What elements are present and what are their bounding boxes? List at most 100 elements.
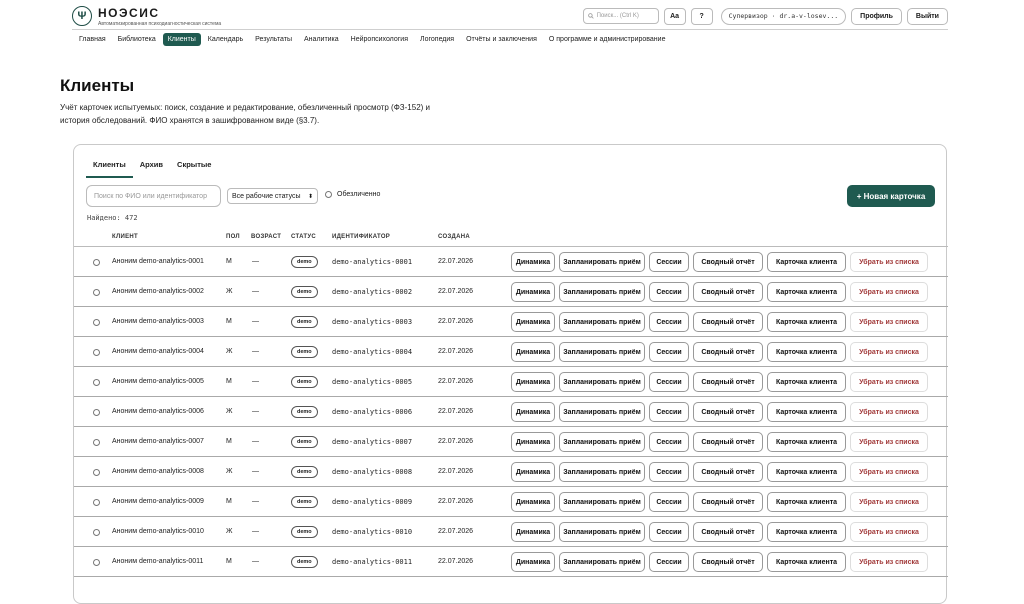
global-search-input[interactable]: Поиск... (Ctrl K) <box>582 8 659 24</box>
nav-item[interactable]: Аналитика <box>299 33 344 46</box>
tab-clients[interactable]: Клиенты <box>86 159 133 178</box>
summary-report-button[interactable]: Сводный отчёт <box>693 522 763 542</box>
row-checkbox[interactable] <box>93 559 100 566</box>
row-checkbox[interactable] <box>93 469 100 476</box>
summary-report-button[interactable]: Сводный отчёт <box>693 402 763 422</box>
remove-from-list-button[interactable]: Убрать из списка <box>850 492 928 512</box>
client-card-button[interactable]: Карточка клиента <box>767 402 846 422</box>
tab-hidden[interactable]: Скрытые <box>170 159 218 178</box>
client-card-button[interactable]: Карточка клиента <box>767 282 846 302</box>
summary-report-button[interactable]: Сводный отчёт <box>693 462 763 482</box>
client-card-button[interactable]: Карточка клиента <box>767 492 846 512</box>
dynamics-button[interactable]: Динамика <box>511 282 555 302</box>
sessions-button[interactable]: Сессии <box>649 252 689 272</box>
summary-report-button[interactable]: Сводный отчёт <box>693 372 763 392</box>
remove-from-list-button[interactable]: Убрать из списка <box>850 312 928 332</box>
summary-report-button[interactable]: Сводный отчёт <box>693 282 763 302</box>
dynamics-button[interactable]: Динамика <box>511 312 555 332</box>
schedule-button[interactable]: Запланировать приём <box>559 492 645 512</box>
schedule-button[interactable]: Запланировать приём <box>559 552 645 572</box>
sessions-button[interactable]: Сессии <box>649 282 689 302</box>
remove-from-list-button[interactable]: Убрать из списка <box>850 252 928 272</box>
nav-item[interactable]: Главная <box>74 33 111 46</box>
schedule-button[interactable]: Запланировать приём <box>559 522 645 542</box>
sessions-button[interactable]: Сессии <box>649 402 689 422</box>
nav-item[interactable]: Нейропсихология <box>346 33 413 46</box>
summary-report-button[interactable]: Сводный отчёт <box>693 342 763 362</box>
summary-report-button[interactable]: Сводный отчёт <box>693 252 763 272</box>
font-size-button[interactable]: Aa <box>663 7 686 25</box>
remove-from-list-button[interactable]: Убрать из списка <box>850 432 928 452</box>
client-search-input[interactable]: Поиск по ФИО или идентификатор <box>86 185 221 207</box>
remove-from-list-button[interactable]: Убрать из списка <box>850 552 928 572</box>
anonymized-checkbox[interactable] <box>325 191 332 198</box>
dynamics-button[interactable]: Динамика <box>511 462 555 482</box>
dynamics-button[interactable]: Динамика <box>511 372 555 392</box>
nav-item[interactable]: Результаты <box>250 33 297 46</box>
row-checkbox[interactable] <box>93 319 100 326</box>
dynamics-button[interactable]: Динамика <box>511 492 555 512</box>
dynamics-button[interactable]: Динамика <box>511 552 555 572</box>
dynamics-button[interactable]: Динамика <box>511 432 555 452</box>
sessions-button[interactable]: Сессии <box>649 432 689 452</box>
sessions-button[interactable]: Сессии <box>649 342 689 362</box>
schedule-button[interactable]: Запланировать приём <box>559 432 645 452</box>
logout-button[interactable]: Выйти <box>906 7 948 25</box>
nav-item[interactable]: Логопедия <box>415 33 459 46</box>
remove-from-list-button[interactable]: Убрать из списка <box>850 522 928 542</box>
sessions-button[interactable]: Сессии <box>649 552 689 572</box>
schedule-button[interactable]: Запланировать приём <box>559 312 645 332</box>
dynamics-button[interactable]: Динамика <box>511 402 555 422</box>
client-card-button[interactable]: Карточка клиента <box>767 372 846 392</box>
summary-report-button[interactable]: Сводный отчёт <box>693 312 763 332</box>
schedule-button[interactable]: Запланировать приём <box>559 462 645 482</box>
schedule-button[interactable]: Запланировать приём <box>559 372 645 392</box>
row-checkbox[interactable] <box>93 349 100 356</box>
row-checkbox[interactable] <box>93 409 100 416</box>
new-card-button[interactable]: + Новая карточка <box>847 185 935 207</box>
row-checkbox[interactable] <box>93 289 100 296</box>
summary-report-button[interactable]: Сводный отчёт <box>693 552 763 572</box>
help-button[interactable]: ? <box>690 7 713 25</box>
nav-item[interactable]: Календарь <box>203 33 248 46</box>
remove-from-list-button[interactable]: Убрать из списка <box>850 282 928 302</box>
client-card-button[interactable]: Карточка клиента <box>767 462 846 482</box>
nav-item[interactable]: Библиотека <box>113 33 161 46</box>
sessions-button[interactable]: Сессии <box>649 492 689 512</box>
client-card-button[interactable]: Карточка клиента <box>767 312 846 332</box>
schedule-button[interactable]: Запланировать приём <box>559 282 645 302</box>
row-checkbox[interactable] <box>93 529 100 536</box>
client-card-button[interactable]: Карточка клиента <box>767 252 846 272</box>
schedule-button[interactable]: Запланировать приём <box>559 252 645 272</box>
sessions-button[interactable]: Сессии <box>649 312 689 332</box>
client-card-button[interactable]: Карточка клиента <box>767 342 846 362</box>
dynamics-button[interactable]: Динамика <box>511 342 555 362</box>
profile-button[interactable]: Профиль <box>851 7 902 25</box>
sessions-button[interactable]: Сессии <box>649 372 689 392</box>
client-card-button[interactable]: Карточка клиента <box>767 552 846 572</box>
nav-item[interactable]: О программе и администрирование <box>544 33 671 46</box>
client-card-button[interactable]: Карточка клиента <box>767 432 846 452</box>
anonymized-toggle[interactable]: Обезличенно <box>325 191 380 198</box>
summary-report-button[interactable]: Сводный отчёт <box>693 432 763 452</box>
schedule-button[interactable]: Запланировать приём <box>559 402 645 422</box>
dynamics-button[interactable]: Динамика <box>511 252 555 272</box>
schedule-button[interactable]: Запланировать приём <box>559 342 645 362</box>
status-select[interactable]: Все рабочие статусы ⬍ <box>227 188 318 204</box>
remove-from-list-button[interactable]: Убрать из списка <box>850 462 928 482</box>
dynamics-button[interactable]: Динамика <box>511 522 555 542</box>
sessions-button[interactable]: Сессии <box>649 462 689 482</box>
row-checkbox[interactable] <box>93 259 100 266</box>
remove-from-list-button[interactable]: Убрать из списка <box>850 342 928 362</box>
user-role-pill[interactable]: Супервизор · dr.a-v-losev... <box>720 7 847 25</box>
tab-archive[interactable]: Архив <box>133 159 170 178</box>
nav-item[interactable]: Отчёты и заключения <box>461 33 542 46</box>
nav-item[interactable]: Клиенты <box>162 33 201 46</box>
sessions-button[interactable]: Сессии <box>649 522 689 542</box>
row-checkbox[interactable] <box>93 439 100 446</box>
client-card-button[interactable]: Карточка клиента <box>767 522 846 542</box>
row-checkbox[interactable] <box>93 499 100 506</box>
row-checkbox[interactable] <box>93 379 100 386</box>
remove-from-list-button[interactable]: Убрать из списка <box>850 372 928 392</box>
summary-report-button[interactable]: Сводный отчёт <box>693 492 763 512</box>
